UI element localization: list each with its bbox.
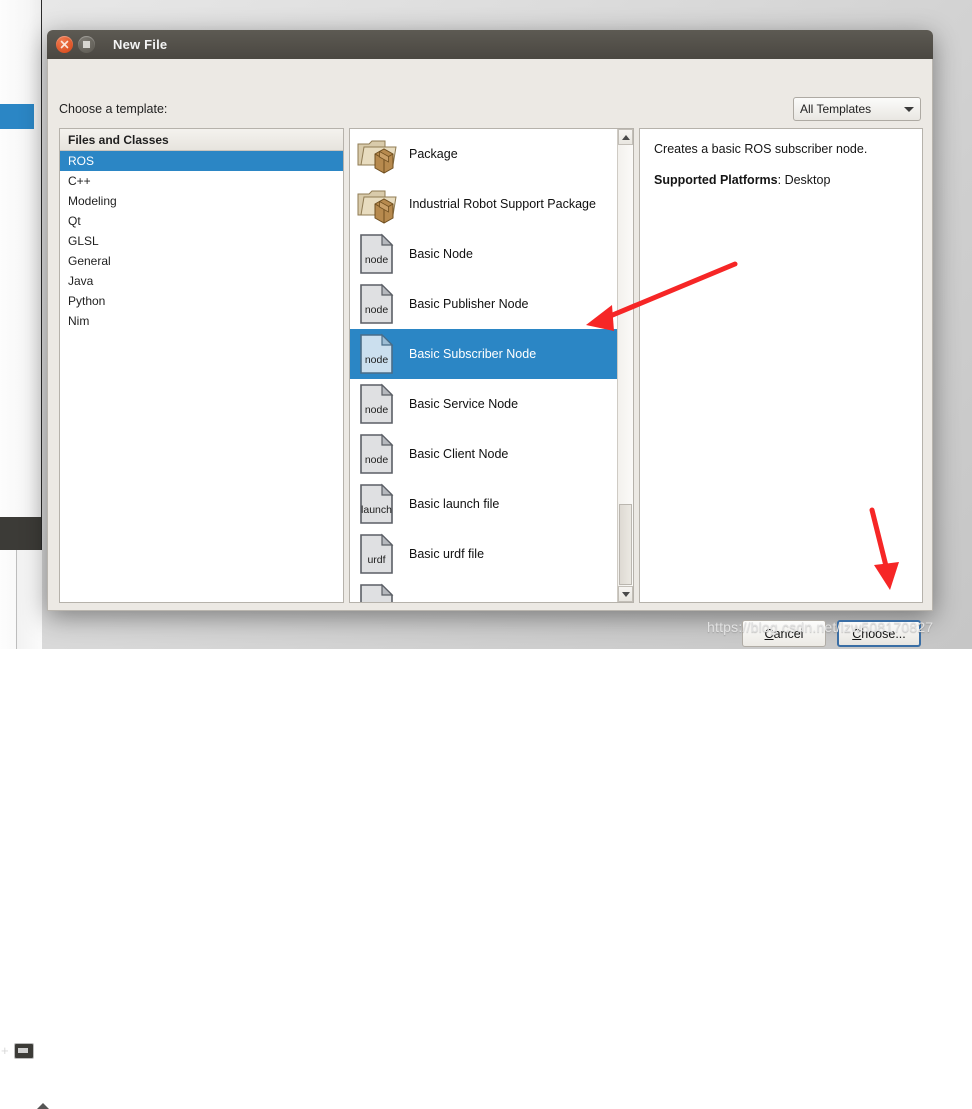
template-filter-value: All Templates [800,102,872,116]
background-status-bar: + [0,517,41,1059]
category-item[interactable]: Modeling [60,191,343,211]
category-item[interactable]: General [60,251,343,271]
dialog-body: Choose a template: All Templates Files a… [47,59,933,647]
category-item-label: General [68,254,111,268]
category-list-header: Files and Classes [60,129,343,151]
file-icon: node [355,432,399,476]
triangle-up-icon [37,1103,49,1109]
template-list-item-label: Basic Service Node [409,397,519,411]
svg-text:node: node [365,354,389,366]
file-icon: node [355,232,399,276]
svg-text:node: node [365,454,389,466]
template-list-item-label: Basic Client Node [409,447,509,461]
category-item-label: Modeling [68,194,117,208]
description-summary: Creates a basic ROS subscriber node. [654,142,868,156]
category-item[interactable]: C++ [60,171,343,191]
category-item[interactable]: Java [60,271,343,291]
svg-text:node: node [365,304,389,316]
category-item[interactable]: Python [60,291,343,311]
new-file-dialog: New File Choose a template: All Template… [47,30,933,647]
template-list-panel: Package Industrial Robot Support Package n… [349,128,634,603]
plus-icon: + [1,1043,9,1058]
close-icon[interactable] [56,36,73,53]
maximize-icon[interactable] [78,36,95,53]
template-list-item[interactable]: node Basic Node [350,229,617,279]
file-icon: node [355,332,399,376]
panel-toggle-icon[interactable] [14,1043,34,1059]
file-icon: node [355,382,399,426]
category-item[interactable]: Qt [60,211,343,231]
svg-text:urdf: urdf [367,554,385,566]
platforms-value: Desktop [784,173,831,187]
template-list-item[interactable]: launch Basic launch file [350,479,617,529]
template-list-item[interactable]: node Basic Service Node [350,379,617,429]
template-list-item[interactable]: node Basic Client Node [350,429,617,479]
template-list-item[interactable]: Industrial Robot Support Package [350,179,617,229]
svg-text:launch: launch [361,504,392,516]
chevron-down-icon [904,106,914,112]
background-editor-window: + [0,0,49,1109]
background-selection-highlight [0,104,34,129]
description-platforms: Supported Platforms: Desktop [654,173,908,187]
category-item-label: Nim [68,314,90,328]
platforms-separator: : [777,173,785,187]
template-list-item[interactable]: node Basic Publisher Node [350,279,617,329]
template-list-item-label: Basic Subscriber Node [409,347,537,361]
category-list-panel: Files and Classes ROS C++ Modeling Qt GLSL Ge… [59,128,344,603]
template-list-item[interactable]: Package [350,129,617,179]
file-icon: urdf [355,532,399,576]
category-item-label: C++ [68,174,91,188]
template-list-item-label: Package [409,147,458,161]
category-item-label: Python [68,294,106,308]
category-list[interactable]: ROS C++ Modeling Qt GLSL General Java Python Nim [60,151,343,331]
template-filter-combo[interactable]: All Templates [793,97,921,121]
file-icon: launch [355,482,399,526]
template-list-item-label: Industrial Robot Support Package [409,197,596,211]
background-lower-panel [16,550,49,1109]
template-list-item[interactable] [350,579,617,602]
scroll-up-icon[interactable] [618,129,633,145]
package-folder-icon [355,132,399,176]
dialog-title: New File [113,37,168,52]
platforms-label: Supported Platforms [654,173,778,187]
template-list-item-label: Basic urdf file [409,547,485,561]
scrollbar-thumb[interactable] [619,504,632,585]
template-list-item[interactable]: node Basic Subscriber Node [350,329,617,379]
category-item[interactable]: ROS [60,151,343,171]
scroll-down-icon[interactable] [618,586,633,602]
choose-template-label: Choose a template: [59,102,168,116]
template-description-panel: Creates a basic ROS subscriber node. Sup… [639,128,923,603]
template-list-scrollbar[interactable] [617,129,633,602]
svg-text:node: node [365,254,389,266]
svg-text:node: node [365,404,389,416]
package-folder-icon [355,182,399,226]
template-list-item-label: Basic Node [409,247,473,261]
dialog-titlebar[interactable]: New File [47,30,933,59]
template-list-item[interactable]: urdf Basic urdf file [350,529,617,579]
watermark-text: https://blog.csdn.net/lzw508170827 [707,619,934,635]
category-item-label: ROS [68,154,95,168]
template-list-item-label: Basic launch file [409,497,500,511]
file-icon [355,582,399,602]
category-item[interactable]: Nim [60,311,343,331]
category-item[interactable]: GLSL [60,231,343,251]
template-list-item-label: Basic Publisher Node [409,297,529,311]
category-item-label: GLSL [68,234,99,248]
category-item-label: Qt [68,214,81,228]
file-icon: node [355,282,399,326]
template-list[interactable]: Package Industrial Robot Support Package n… [350,129,617,602]
category-item-label: Java [68,274,94,288]
